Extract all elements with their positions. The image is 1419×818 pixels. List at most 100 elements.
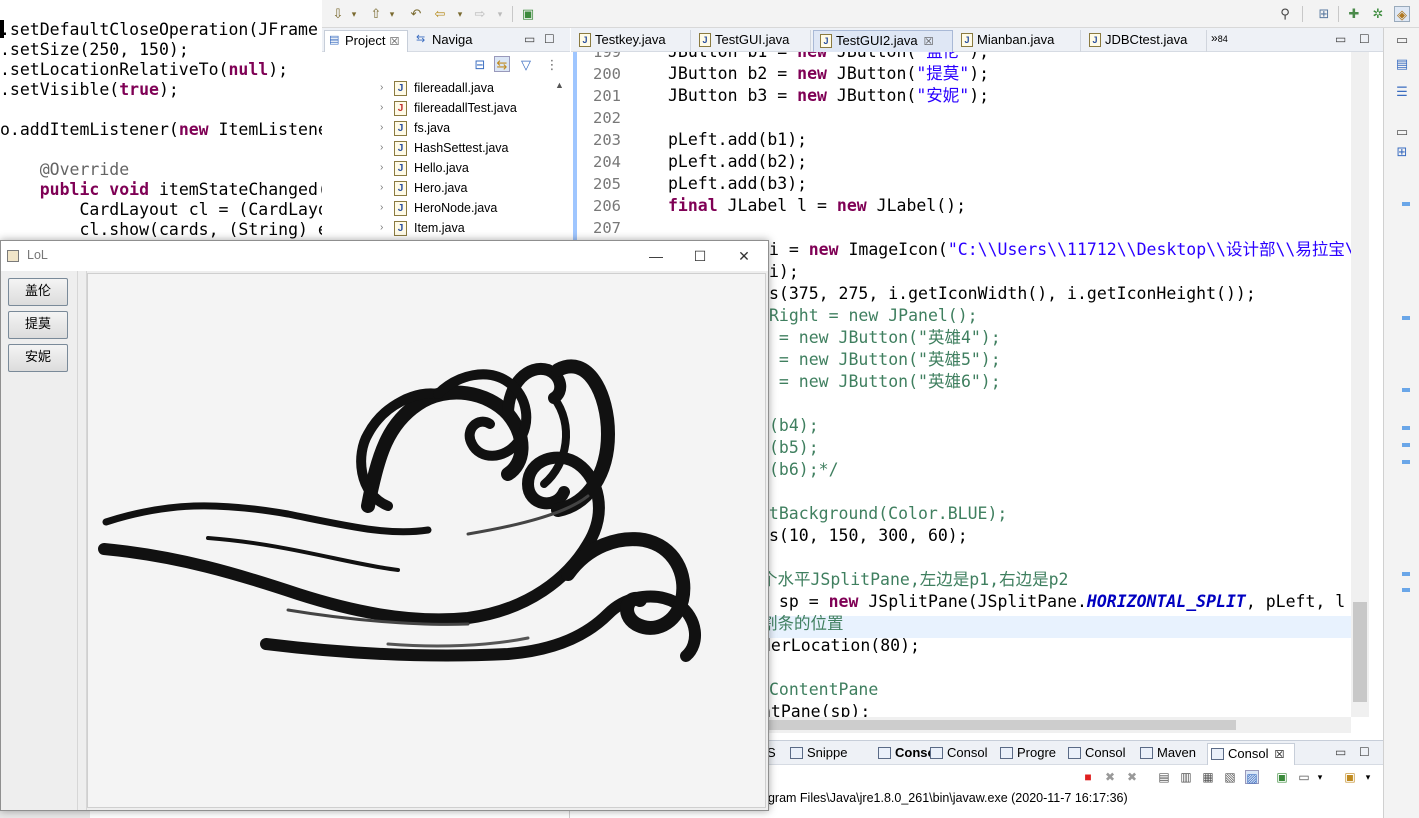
- tree-item[interactable]: › JfilereadallTest.java: [322, 98, 550, 118]
- annotation-marker[interactable]: [1402, 460, 1410, 464]
- next-annotation-icon[interactable]: ⇩: [330, 6, 346, 22]
- remove-all-terminated-icon[interactable]: ✖: [1125, 770, 1139, 784]
- tab-testgui[interactable]: J TestGUI.java: [693, 30, 811, 52]
- close-icon[interactable]: ☒: [1274, 749, 1284, 761]
- tree-item[interactable]: › J HeroNode.java: [322, 198, 550, 218]
- show-on-error-icon[interactable]: ▨: [1245, 770, 1259, 785]
- open-perspective-icon[interactable]: ⊞: [1316, 6, 1332, 22]
- collapse-all-icon[interactable]: ⊟: [472, 57, 488, 73]
- expand-icon[interactable]: ›: [380, 118, 383, 138]
- hero-button-teemo[interactable]: 提莫: [8, 311, 68, 339]
- tab-overflow-button[interactable]: »84: [1211, 31, 1228, 45]
- dropdown-icon[interactable]: ▾: [384, 6, 400, 22]
- tree-item[interactable]: › Jfs.java: [322, 118, 550, 138]
- debug-perspective-icon[interactable]: ✲: [1370, 6, 1386, 22]
- maximize-view-icon[interactable]: ☐: [544, 32, 555, 46]
- tab-console-2[interactable]: Consol: [927, 743, 997, 765]
- remove-launch-icon[interactable]: ✖: [1103, 770, 1117, 784]
- minimized-view-icon[interactable]: ▭: [1394, 124, 1410, 140]
- expand-icon[interactable]: ›: [380, 178, 383, 198]
- tree-item[interactable]: › J Hello.java: [322, 158, 550, 178]
- tab-label: Project: [345, 33, 386, 48]
- close-button[interactable]: ✕: [721, 245, 767, 267]
- display-selected-console-icon[interactable]: ▭: [1297, 770, 1311, 784]
- hero-button-annie[interactable]: 安妮: [8, 344, 68, 372]
- previous-annotation-icon[interactable]: ⇧: [368, 6, 384, 22]
- tab-project[interactable]: ▤ Project ☒: [324, 30, 408, 52]
- annotation-marker[interactable]: [1402, 572, 1410, 576]
- annotation-marker[interactable]: [1402, 388, 1410, 392]
- tab-label: Mianban.java: [977, 32, 1055, 47]
- forward-icon[interactable]: ⇨: [472, 6, 488, 22]
- minimize-view-icon[interactable]: ▭: [524, 32, 535, 46]
- console-icon: [930, 747, 943, 759]
- expand-icon[interactable]: ›: [380, 78, 383, 98]
- expand-icon[interactable]: ›: [380, 138, 383, 158]
- tab-testgui2[interactable]: J TestGUI2.java ☒: [813, 30, 953, 52]
- tab-console-3[interactable]: Consol: [1065, 743, 1135, 765]
- tree-item[interactable]: › J Item.java: [322, 218, 550, 238]
- dropdown-icon[interactable]: ▾: [452, 6, 468, 22]
- show-on-output-icon[interactable]: ▧: [1223, 770, 1237, 784]
- minimize-button[interactable]: —: [633, 245, 679, 267]
- scroll-lock-icon[interactable]: ▥: [1179, 770, 1193, 784]
- lol-title-bar[interactable]: LoL — ☐ ✕: [1, 241, 768, 271]
- expand-icon[interactable]: ›: [380, 198, 383, 218]
- filter-icon[interactable]: ▽: [518, 57, 534, 73]
- java-perspective-icon[interactable]: ◈: [1394, 6, 1410, 22]
- split-pane-divider[interactable]: [77, 271, 87, 810]
- outline-icon[interactable]: ▤: [1394, 56, 1410, 72]
- minimize-view-icon[interactable]: ▭: [1335, 32, 1346, 46]
- java-ee-perspective-icon[interactable]: ✚: [1346, 6, 1362, 22]
- pin-editor-icon[interactable]: ▣: [520, 6, 536, 22]
- editor-vertical-scrollbar[interactable]: [1351, 52, 1369, 717]
- tab-navigator[interactable]: ⇆ Naviga: [412, 30, 496, 52]
- task-list-icon[interactable]: ☰: [1394, 84, 1410, 100]
- word-wrap-icon[interactable]: ▦: [1201, 770, 1215, 784]
- back-icon[interactable]: ⇦: [432, 6, 448, 22]
- expand-icon[interactable]: ›: [380, 98, 383, 118]
- tree-item[interactable]: › J HashSettest.java: [322, 138, 550, 158]
- terminate-icon[interactable]: ■: [1081, 770, 1095, 784]
- link-with-editor-icon[interactable]: ⇆: [494, 56, 510, 72]
- tree-item[interactable]: › J Hero.java: [322, 178, 550, 198]
- scroll-thumb[interactable]: [1353, 602, 1367, 702]
- dropdown-icon[interactable]: ▾: [1361, 770, 1375, 784]
- tree-item[interactable]: › Jfilereadall.java: [322, 78, 550, 98]
- tab-label: Consol: [947, 745, 988, 760]
- clear-console-icon[interactable]: ▤: [1157, 770, 1171, 784]
- maximize-button[interactable]: ☐: [677, 245, 723, 267]
- tab-jdbctest[interactable]: J JDBCtest.java: [1083, 30, 1207, 52]
- file-name: HeroNode.java: [414, 201, 498, 215]
- annotation-marker[interactable]: [1402, 202, 1410, 206]
- tab-maven[interactable]: Maven: [1137, 743, 1207, 765]
- tab-console-active[interactable]: Consol ☒: [1207, 743, 1295, 765]
- pin-console-icon[interactable]: ▣: [1275, 770, 1289, 784]
- close-icon[interactable]: ☒: [389, 36, 399, 48]
- minimize-view-icon[interactable]: ▭: [1335, 745, 1346, 759]
- dropdown-icon[interactable]: ▾: [1313, 770, 1327, 784]
- annotation-marker[interactable]: [1402, 316, 1410, 320]
- dropdown-icon[interactable]: ▾: [346, 6, 362, 22]
- tab-testkey[interactable]: J Testkey.java: [573, 30, 691, 52]
- tab-progress[interactable]: Progre: [997, 743, 1067, 765]
- last-edit-location-icon[interactable]: ↶: [408, 6, 424, 22]
- tab-snippets[interactable]: Snippe: [787, 743, 873, 765]
- expand-icon[interactable]: ›: [380, 218, 383, 238]
- hierarchy-icon[interactable]: ⊞: [1394, 144, 1410, 160]
- scroll-up-icon[interactable]: ▲: [555, 80, 564, 90]
- close-icon[interactable]: ☒: [924, 36, 934, 48]
- annotation-marker[interactable]: [1402, 443, 1410, 447]
- dropdown-icon[interactable]: ▾: [492, 6, 508, 22]
- tab-mianban[interactable]: J Mianban.java: [955, 30, 1081, 52]
- minimized-view-icon[interactable]: ▭: [1394, 32, 1410, 48]
- open-console-icon[interactable]: ▣: [1343, 770, 1357, 784]
- search-icon[interactable]: ⚲: [1277, 6, 1293, 22]
- hero-button-galen[interactable]: 盖伦: [8, 278, 68, 306]
- annotation-marker[interactable]: [1402, 426, 1410, 430]
- view-menu-icon[interactable]: ⋮: [544, 57, 560, 73]
- maximize-view-icon[interactable]: ☐: [1359, 745, 1370, 759]
- maximize-view-icon[interactable]: ☐: [1359, 32, 1370, 46]
- annotation-marker[interactable]: [1402, 588, 1410, 592]
- expand-icon[interactable]: ›: [380, 158, 383, 178]
